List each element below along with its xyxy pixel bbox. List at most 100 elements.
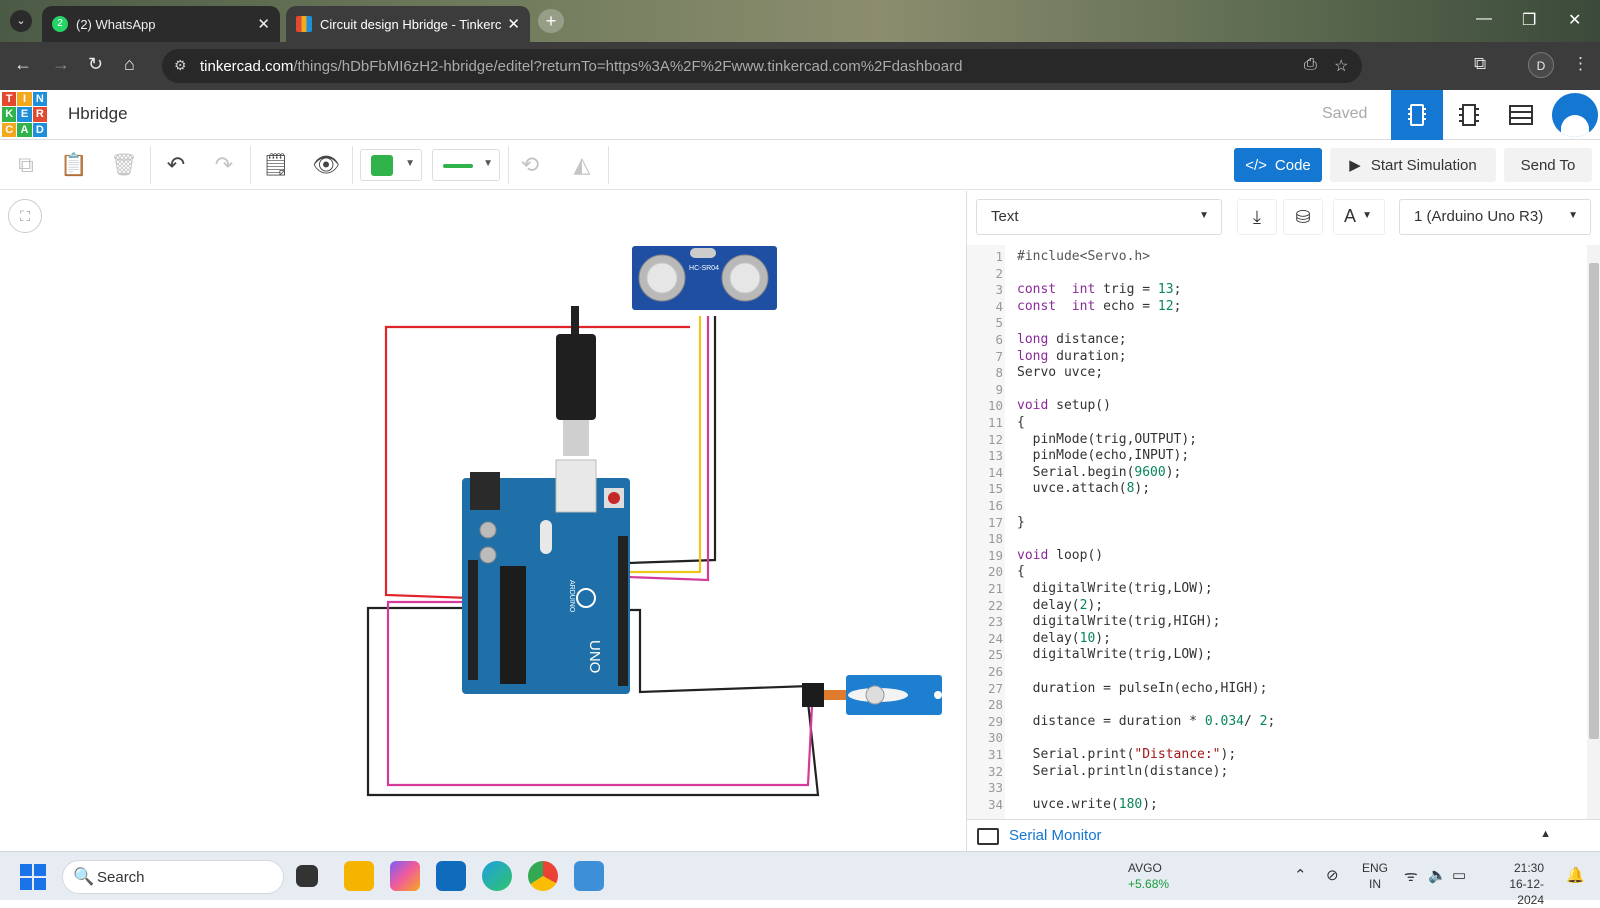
network-status-icon[interactable]: ⊘ xyxy=(1326,866,1339,884)
wire-type-picker[interactable]: ▼ xyxy=(432,149,500,181)
code-token: long xyxy=(1017,348,1049,364)
editor-scrollbar-thumb[interactable] xyxy=(1589,263,1599,739)
start-button[interactable] xyxy=(20,864,46,890)
close-icon[interactable]: ✕ xyxy=(257,15,270,33)
code-line: { xyxy=(1017,415,1025,430)
delete-button[interactable]: 🗑 xyxy=(106,148,142,182)
download-code-button[interactable]: ⤓ xyxy=(1237,199,1277,235)
libraries-button[interactable]: ⛁ xyxy=(1283,199,1323,235)
chevron-up-icon[interactable]: ▲ xyxy=(1540,828,1551,840)
forward-icon[interactable]: → xyxy=(52,54,70,75)
line-number: 29 xyxy=(987,713,1003,729)
circuit-canvas[interactable]: ⛶ HC-SR04 UNO ARDUINO xyxy=(0,191,966,851)
home-icon[interactable]: ⌂ xyxy=(124,54,135,75)
window-close-icon[interactable]: ✕ xyxy=(1568,10,1581,30)
board-select[interactable]: 1 (Arduino Uno R3) ▼ xyxy=(1399,199,1591,235)
code-token: ); xyxy=(1095,630,1111,646)
wifi-icon[interactable]: ᯤ xyxy=(1404,866,1418,886)
circuit-view-button[interactable] xyxy=(1391,90,1443,140)
code-token: Serial.print( xyxy=(1017,747,1135,762)
redo-button[interactable]: ↷ xyxy=(206,148,242,182)
code-token: ); xyxy=(1142,796,1158,812)
close-icon[interactable]: ✕ xyxy=(507,15,520,33)
project-title[interactable]: Hbridge xyxy=(68,104,128,124)
site-info-icon[interactable]: ⚙ xyxy=(174,57,187,74)
code-token: ); xyxy=(1165,464,1182,480)
new-tab-button[interactable]: + xyxy=(538,9,564,33)
servo-motor xyxy=(802,675,942,715)
code-token: } xyxy=(1017,514,1025,530)
serial-monitor-bar[interactable]: Serial Monitor ▲ xyxy=(967,819,1600,851)
flip-button[interactable]: ◭ xyxy=(564,148,600,182)
chrome-icon[interactable] xyxy=(528,861,558,891)
code-token: const xyxy=(1017,282,1057,298)
chevron-down-icon: ▼ xyxy=(405,158,415,169)
line-number: 27 xyxy=(987,680,1003,696)
line-number: 22 xyxy=(987,597,1003,613)
component-list-button[interactable] xyxy=(1495,90,1547,140)
profile-avatar[interactable]: D xyxy=(1528,52,1554,78)
paste-button[interactable]: 📋 xyxy=(56,148,92,182)
code-line: } xyxy=(1017,515,1025,530)
code-line: uvce.attach(8); xyxy=(1017,481,1150,496)
code-token: ; xyxy=(1173,298,1182,314)
stock-widget[interactable]: AVGO +5.68% xyxy=(1128,860,1169,892)
minimize-icon[interactable]: — xyxy=(1476,10,1492,28)
line-number: 21 xyxy=(987,581,1003,596)
notification-bell-icon[interactable]: 🔔 xyxy=(1566,866,1585,884)
send-to-button[interactable]: Send To xyxy=(1504,148,1592,182)
serial-monitor-label: Serial Monitor xyxy=(1009,827,1102,844)
code-button[interactable]: </> Code xyxy=(1234,148,1322,182)
start-simulation-button[interactable]: ▶ Start Simulation xyxy=(1330,148,1496,182)
address-bar[interactable]: ⚙ tinkercad.com/things/hDbFbMI6zH2-hbrid… xyxy=(162,49,1362,83)
code-editor[interactable]: 1 2 3 4 5 6 7 8 9 10 11 12 13 14 15 16 17 18 19 20 21 22 23 24 2… xyxy=(967,245,1600,819)
line-number: 25 xyxy=(987,647,1003,663)
undo-button[interactable]: ↶ xyxy=(158,148,194,182)
line-number: 6 xyxy=(995,332,1003,347)
code-line: const int trig = 13; xyxy=(1017,282,1181,297)
copilot-icon[interactable] xyxy=(390,861,420,891)
schematic-view-button[interactable] xyxy=(1443,90,1495,140)
line-number: 14 xyxy=(987,464,1003,480)
outlook-icon[interactable] xyxy=(436,861,466,891)
user-avatar[interactable] xyxy=(1552,93,1598,137)
tab-tinkercad[interactable]: Circuit design Hbridge - Tinkerc ✕ xyxy=(286,6,530,42)
input-language[interactable]: ENG IN xyxy=(1362,860,1388,892)
tinkercad-logo[interactable]: TINKERCAD xyxy=(2,92,47,137)
code-token: 0.034 xyxy=(1204,713,1244,729)
battery-icon[interactable]: ▭ xyxy=(1452,866,1466,884)
notes-button[interactable]: 🗒 xyxy=(258,148,294,182)
chevron-up-icon[interactable]: ⌃ xyxy=(1294,866,1307,884)
logo-letter: I xyxy=(17,92,32,107)
code-token: ); xyxy=(1087,597,1104,613)
code-token: void xyxy=(1017,398,1049,414)
task-view-icon[interactable] xyxy=(296,865,318,887)
copy-button[interactable]: ⧉ xyxy=(8,148,44,182)
notes-toggle-button[interactable]: 👁 xyxy=(308,148,344,182)
wire-color-picker[interactable]: ▼ xyxy=(360,149,422,181)
system-clock[interactable]: 21:30 16-12-2024 xyxy=(1488,860,1544,908)
extensions-icon[interactable]: ⧉ xyxy=(1474,54,1486,74)
board-brand: ARDUINO xyxy=(568,580,575,613)
app-window-icon[interactable] xyxy=(574,861,604,891)
tab-whatsapp[interactable]: 2 (2) WhatsApp ✕ xyxy=(42,6,280,42)
board-value: 1 (Arduino Uno R3) xyxy=(1414,208,1544,225)
font-size-button[interactable]: A ▼ xyxy=(1333,199,1385,235)
code-mode-select[interactable]: Text ▼ xyxy=(976,199,1222,235)
code-token: digitalWrite(trig,LOW); xyxy=(1017,647,1213,663)
code-line: long duration; xyxy=(1017,349,1127,364)
browser-menu-icon[interactable]: ⋮ xyxy=(1572,54,1589,74)
restore-icon[interactable]: ❐ xyxy=(1522,10,1536,30)
rotate-button[interactable]: ⟲ xyxy=(512,148,548,182)
file-explorer-icon[interactable] xyxy=(344,861,374,891)
line-number: 30 xyxy=(987,730,1003,746)
tab-search-icon[interactable]: ⌄ xyxy=(10,10,32,32)
volume-icon[interactable]: 🔈 xyxy=(1428,866,1447,884)
code-line: duration = pulseIn(echo,HIGH); xyxy=(1017,681,1268,696)
reload-icon[interactable]: ↻ xyxy=(88,54,103,75)
taskbar-search[interactable]: 🔍 Search xyxy=(62,860,284,894)
bookmark-star-icon[interactable]: ☆ xyxy=(1334,56,1348,76)
back-icon[interactable]: ← xyxy=(14,54,32,75)
edge-icon[interactable] xyxy=(482,861,512,891)
install-app-icon[interactable]: ⎙ xyxy=(1304,56,1317,74)
